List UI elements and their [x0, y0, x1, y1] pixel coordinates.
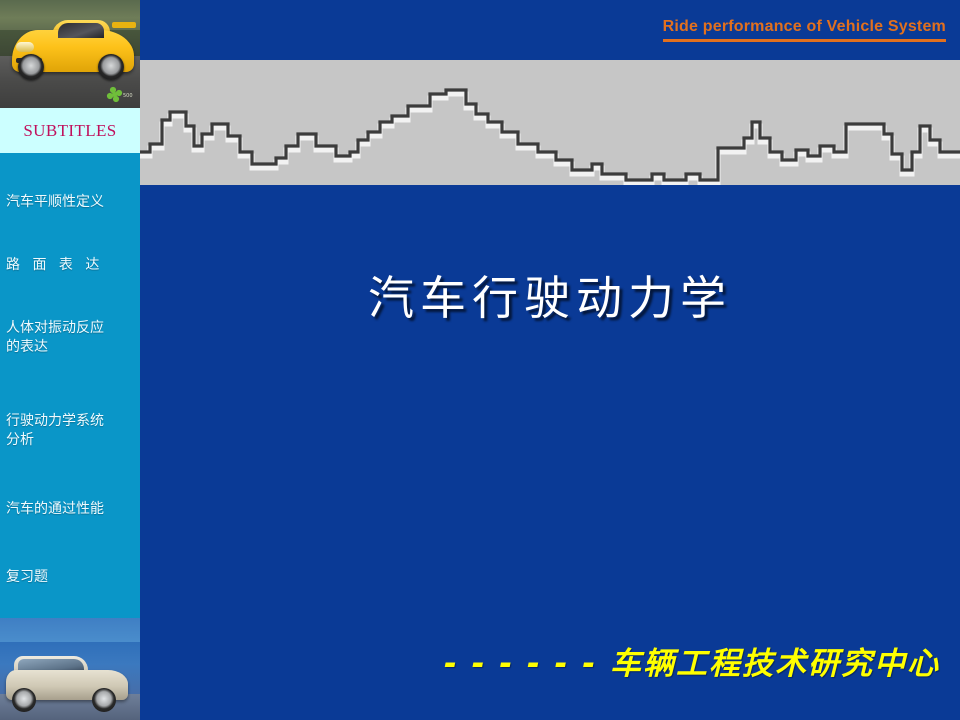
header-title: Ride performance of Vehicle System — [662, 18, 946, 35]
slide-canvas: 500 SUBTITLES 汽车平顺性定义 路 面 表 达 人体对振动反应 的表… — [0, 0, 960, 720]
road-profile-fill — [140, 90, 960, 185]
sidebar-item-human-vibration-response[interactable]: 人体对振动反应 的表达 — [6, 319, 140, 357]
subtitles-label: SUBTITLES — [23, 120, 117, 140]
header: Ride performance of Vehicle System — [662, 18, 946, 42]
green-clover-logo-icon: 500 — [106, 86, 133, 103]
sidebar-item-label-line1: 行驶动力学系统 — [6, 413, 104, 429]
sidebar-item-label: 复习题 — [6, 569, 48, 585]
sidebar-item-vehicle-mobility[interactable]: 汽车的通过性能 — [6, 500, 140, 519]
sports-car-headlight — [16, 42, 34, 52]
sidebar: 500 SUBTITLES 汽车平顺性定义 路 面 表 达 人体对振动反应 的表… — [0, 0, 140, 720]
sports-car-rear-wheel — [98, 54, 124, 80]
sidebar-menu: 汽车平顺性定义 路 面 表 达 人体对振动反应 的表达 行驶动力学系统 分析 汽… — [0, 153, 140, 618]
sidebar-bottom-car-photo — [0, 618, 140, 720]
road-profile-chart — [140, 88, 960, 185]
sidebar-item-ride-dynamics-system-analysis[interactable]: 行驶动力学系统 分析 — [6, 412, 140, 450]
subtitles-band: SUBTITLES — [0, 108, 140, 153]
footer-organization-line: - - - - - - 车辆工程技术研究中心 — [444, 646, 940, 682]
sports-car-front-wheel — [18, 54, 44, 80]
sidebar-item-label: 汽车平顺性定义 — [6, 194, 104, 210]
header-underline-rule — [662, 39, 946, 42]
sidebar-item-label: 汽车的通过性能 — [6, 501, 104, 517]
page-title: 汽车行驶动力学 — [368, 271, 732, 325]
wagon-rear-wheel — [92, 688, 116, 712]
sidebar-item-label-line2: 分析 — [6, 432, 34, 448]
sidebar-item-road-surface-expression[interactable]: 路 面 表 达 — [6, 256, 140, 275]
sidebar-item-review-questions[interactable]: 复习题 — [6, 568, 140, 587]
sports-car-windshield — [58, 23, 104, 38]
svg-text:500: 500 — [123, 93, 133, 99]
wagon-front-wheel — [12, 688, 36, 712]
sidebar-item-ride-comfort-definition[interactable]: 汽车平顺性定义 — [6, 193, 140, 212]
sidebar-item-label-line2: 的表达 — [6, 339, 48, 355]
road-roughness-profile-band — [140, 60, 960, 185]
sidebar-item-label-line1: 人体对振动反应 — [6, 320, 104, 336]
sidebar-top-car-photo: 500 — [0, 0, 140, 108]
sidebar-item-label: 路 面 表 达 — [6, 257, 104, 273]
sports-car-spoiler — [112, 22, 136, 28]
